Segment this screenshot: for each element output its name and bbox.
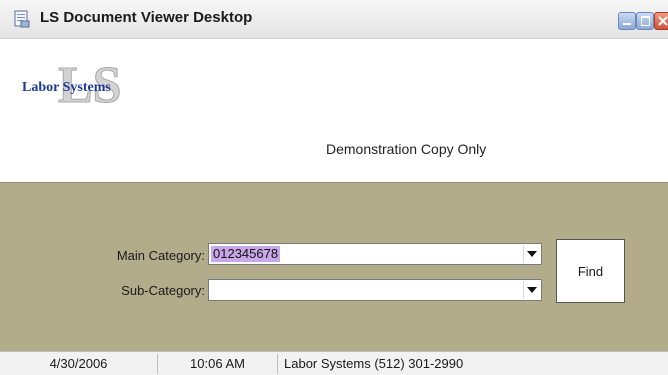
close-button[interactable] xyxy=(654,12,668,30)
status-date: 4/30/2006 xyxy=(0,354,158,374)
sub-category-dropdown-button[interactable] xyxy=(523,281,540,299)
find-button[interactable]: Find xyxy=(556,239,625,303)
main-category-value[interactable]: 012345678 xyxy=(211,246,281,262)
document-viewer-icon[interactable] xyxy=(14,10,30,28)
main-category-label: Main Category: xyxy=(116,248,205,263)
status-company: Labor Systems (512) 301-2990 xyxy=(284,356,464,371)
sub-category-label: Sub-Category: xyxy=(121,283,205,298)
logo-text: Labor Systems xyxy=(22,80,111,95)
app-window: LS Document Viewer Desktop LS Labor Syst… xyxy=(0,0,668,375)
main-category-dropdown-button[interactable] xyxy=(523,245,540,263)
minimize-button[interactable] xyxy=(618,12,636,30)
sub-category-value[interactable] xyxy=(211,282,215,298)
close-icon xyxy=(658,16,668,26)
status-bar: 4/30/2006 10:06 AM Labor Systems (512) 3… xyxy=(0,351,668,375)
main-category-combobox[interactable]: 012345678 xyxy=(208,243,542,265)
status-time: 10:06 AM xyxy=(158,354,278,374)
company-logo: LS Labor Systems xyxy=(22,56,152,107)
title-bar[interactable]: LS Document Viewer Desktop xyxy=(0,0,668,39)
maximize-button[interactable] xyxy=(636,12,654,30)
minimize-icon xyxy=(623,23,631,25)
sub-category-combobox[interactable] xyxy=(208,279,542,301)
demonstration-notice: Demonstration Copy Only xyxy=(326,141,487,157)
chevron-down-icon xyxy=(527,287,537,293)
chevron-down-icon xyxy=(527,251,537,257)
search-panel: Main Category: 012345678 Sub-Category: F… xyxy=(0,182,668,351)
header-area: LS Labor Systems Demonstration Copy Only xyxy=(0,39,668,182)
window-title: LS Document Viewer Desktop xyxy=(40,9,253,26)
maximize-icon xyxy=(641,16,650,26)
